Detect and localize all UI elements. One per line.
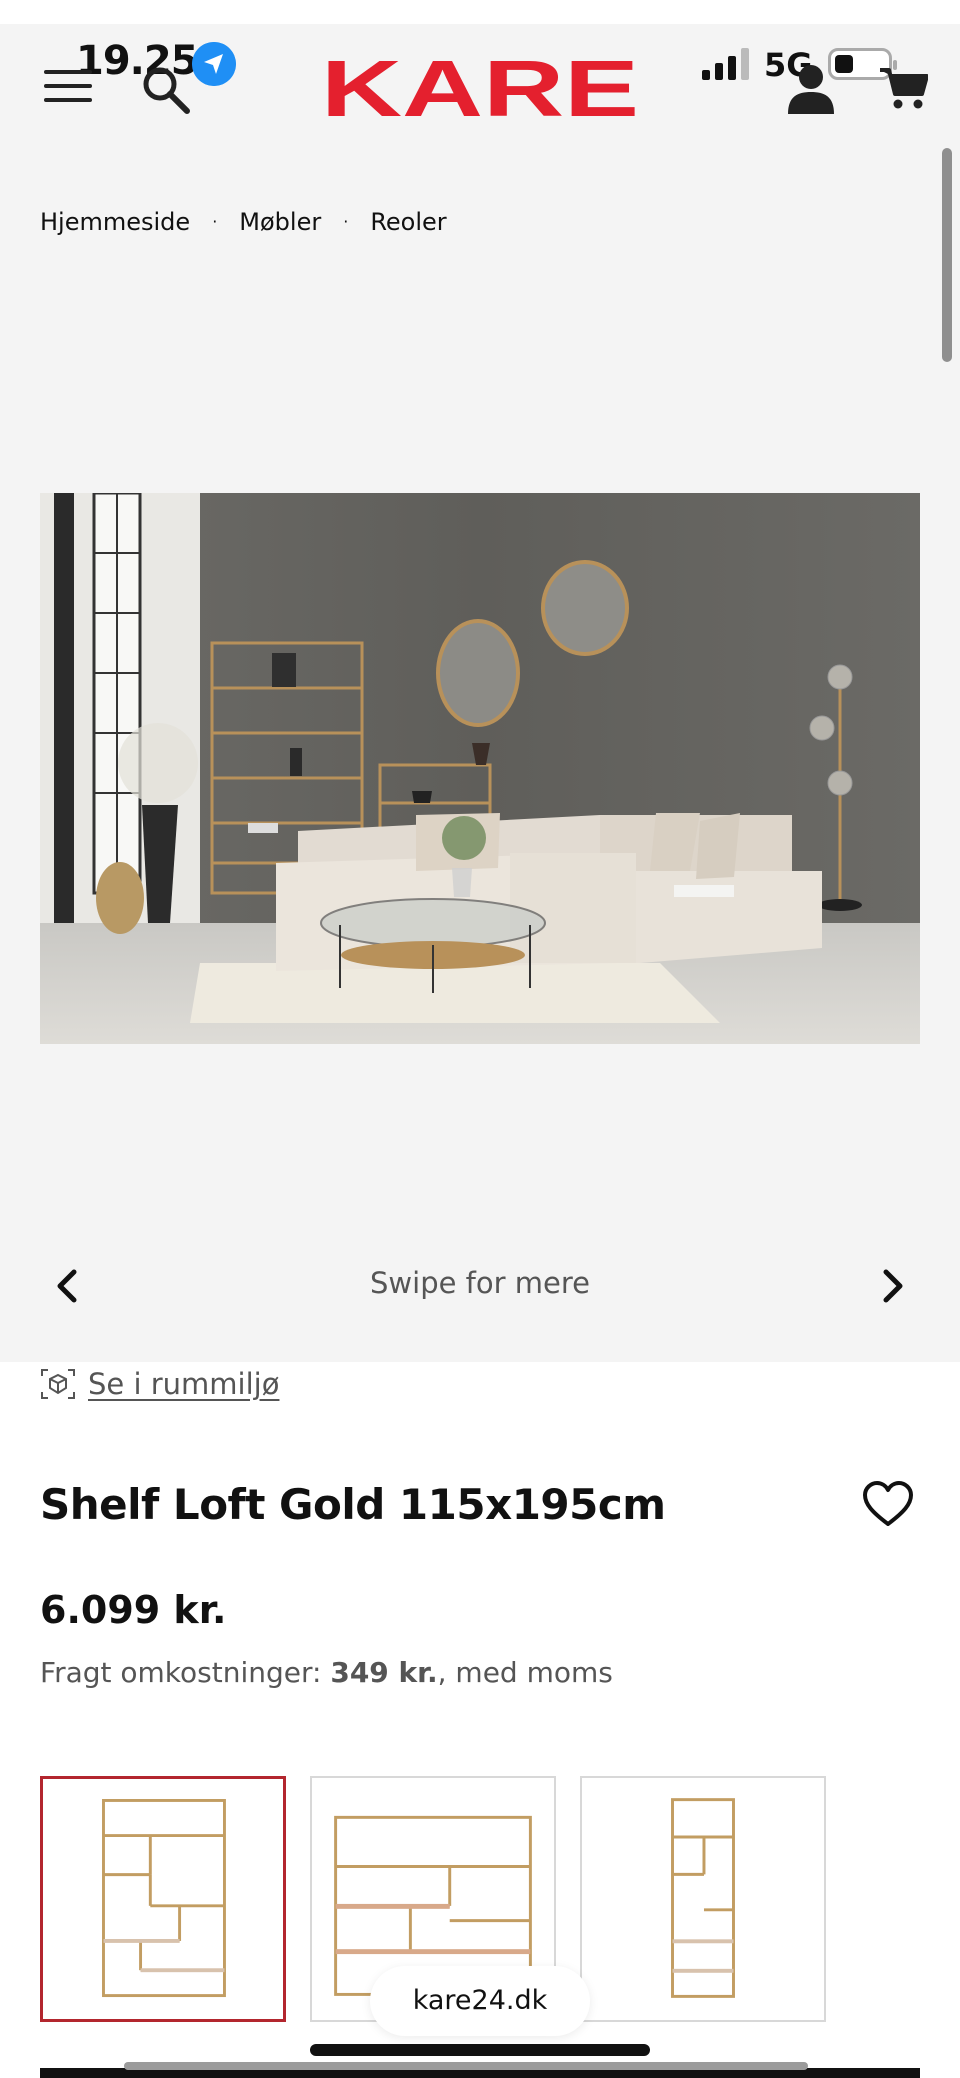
product-title: Shelf Loft Gold 115x195cm — [40, 1480, 666, 1529]
top-strip — [0, 0, 960, 24]
chevron-right-icon[interactable] — [874, 1266, 910, 1306]
shelf-tall-image — [102, 1799, 226, 1998]
shipping-suffix: , med moms — [437, 1656, 613, 1689]
shipping-cost: 349 kr. — [330, 1656, 438, 1689]
ar-view-icon — [41, 1369, 75, 1399]
menu-icon[interactable] — [44, 68, 92, 104]
shelf-narrow-image — [671, 1798, 735, 1998]
breadcrumb: Hjemmeside · Møbler · Reoler — [40, 208, 447, 236]
shipping-label: Fragt omkostninger: — [40, 1656, 322, 1689]
logo-text: KARE — [321, 56, 639, 120]
swipe-hint: Swipe for mere — [370, 1266, 590, 1300]
breadcrumb-separator: · — [212, 212, 218, 231]
account-icon[interactable] — [788, 64, 834, 114]
breadcrumb-shelves[interactable]: Reoler — [370, 208, 446, 236]
breadcrumb-furniture[interactable]: Møbler — [239, 208, 321, 236]
cellular-signal-icon — [702, 48, 749, 80]
location-arrow-icon — [192, 42, 236, 86]
heart-icon[interactable] — [862, 1480, 914, 1528]
cart-icon[interactable] — [880, 66, 928, 110]
room-view-link[interactable]: Se i rummiljø — [40, 1366, 279, 1402]
vertical-scrollbar[interactable] — [942, 148, 952, 362]
breadcrumb-separator: · — [343, 212, 349, 231]
browser-url-bar[interactable]: kare24.dk — [370, 1966, 590, 2036]
search-icon[interactable] — [140, 64, 192, 116]
horizontal-scrollbar[interactable] — [124, 2062, 808, 2070]
kare-logo[interactable]: KARE — [318, 56, 642, 120]
variant-thumbnail-3[interactable] — [580, 1776, 826, 2022]
product-hero-image[interactable] — [40, 493, 920, 1044]
breadcrumb-home[interactable]: Hjemmeside — [40, 208, 190, 236]
shipping-info: Fragt omkostninger: 349 kr., med moms — [40, 1656, 613, 1689]
home-indicator[interactable] — [310, 2044, 650, 2056]
variant-thumbnail-1[interactable] — [40, 1776, 286, 2022]
room-view-label[interactable]: Se i rummiljø — [88, 1367, 279, 1401]
product-price: 6.099 kr. — [40, 1588, 227, 1632]
